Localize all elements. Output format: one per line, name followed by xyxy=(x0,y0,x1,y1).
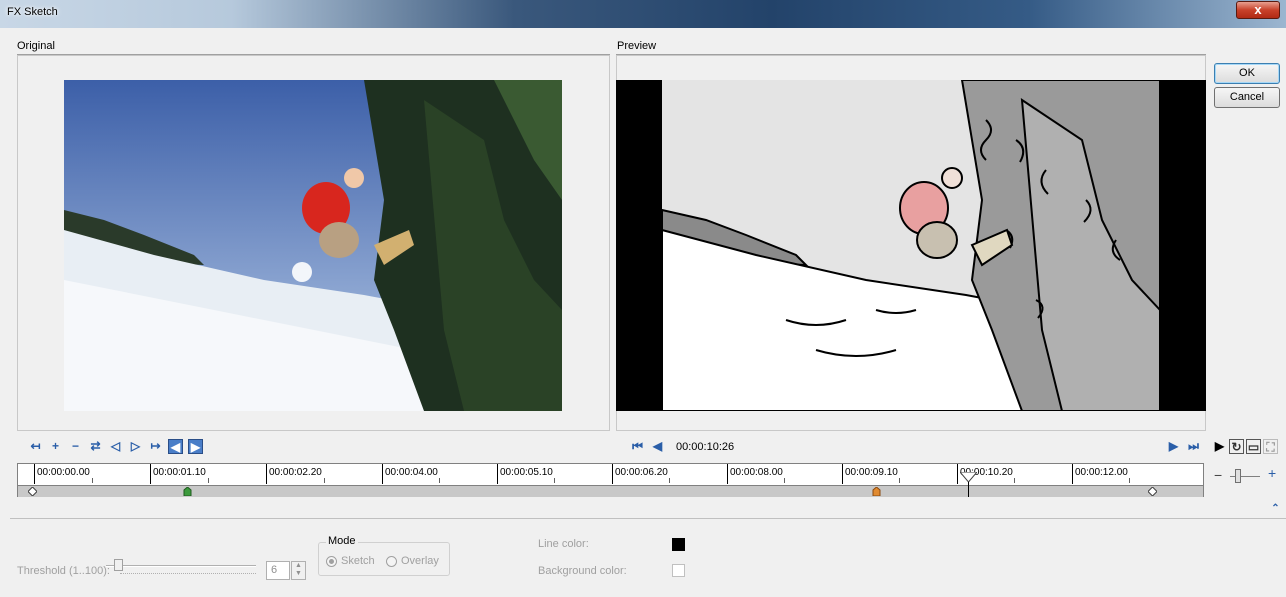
threshold-slider-ticks xyxy=(120,573,256,576)
keyframe-track[interactable] xyxy=(18,485,1203,497)
keyframe-marker[interactable] xyxy=(183,487,192,496)
threshold-spinner[interactable]: ▲ ▼ xyxy=(291,561,306,580)
tick-label: 00:00:04.00 xyxy=(385,467,438,478)
line-color-label: Line color: xyxy=(538,538,589,550)
cancel-button[interactable]: Cancel xyxy=(1214,87,1280,108)
threshold-slider-thumb[interactable] xyxy=(114,559,123,571)
title-bar: FX Sketch x xyxy=(0,0,1286,28)
loop-icon[interactable]: ↻ xyxy=(1229,439,1244,454)
reverse-keyframe-icon[interactable]: ⇄ xyxy=(88,439,103,454)
tick-label: 00:00:05.10 xyxy=(500,467,553,478)
fullscreen-icon[interactable]: ⛶ xyxy=(1263,439,1278,454)
timeline-ruler[interactable]: 00:00:00.00 00:00:01.10 00:00:02.20 00:0… xyxy=(17,463,1204,497)
first-keyframe-icon[interactable]: ◀ xyxy=(168,439,183,454)
go-to-end-icon[interactable]: ⏭ xyxy=(1186,439,1201,454)
tick-label: 00:00:08.00 xyxy=(730,467,783,478)
step-forward-icon[interactable]: ▷ xyxy=(128,439,143,454)
mode-sketch-radio[interactable] xyxy=(326,556,337,567)
mode-overlay-label[interactable]: Overlay xyxy=(401,555,439,567)
mode-sketch-label[interactable]: Sketch xyxy=(341,555,375,567)
preview-device-icon[interactable]: ▭ xyxy=(1246,439,1261,454)
settings-divider xyxy=(10,518,1286,519)
tick-label: 00:00:01.10 xyxy=(153,467,206,478)
original-image xyxy=(64,80,562,411)
threshold-value-field[interactable]: 6 xyxy=(266,561,290,580)
tick-label: 00:00:12.00 xyxy=(1075,467,1128,478)
mode-label: Mode xyxy=(326,535,358,547)
go-to-start-icon[interactable]: ⏮ xyxy=(630,439,645,454)
window-title: FX Sketch xyxy=(7,6,58,18)
keyframe-marker[interactable] xyxy=(28,487,37,496)
next-keyframe-icon[interactable]: ↦ xyxy=(148,439,163,454)
keyframe-marker[interactable] xyxy=(1148,487,1157,496)
fx-sketch-dialog: FX Sketch x Original Preview OK Cancel ↤… xyxy=(0,0,1286,597)
timecode-display: 00:00:10:26 xyxy=(676,441,735,453)
zoom-slider-thumb[interactable] xyxy=(1235,469,1241,483)
step-back-frame-icon[interactable]: ◀ xyxy=(650,439,665,454)
add-keyframe-icon[interactable]: + xyxy=(48,439,63,454)
remove-keyframe-icon[interactable]: − xyxy=(68,439,83,454)
original-label: Original xyxy=(17,40,55,52)
background-color-swatch[interactable] xyxy=(672,564,685,577)
tick-label: 00:00:06.20 xyxy=(615,467,668,478)
step-back-icon[interactable]: ◁ xyxy=(108,439,123,454)
ok-button[interactable]: OK xyxy=(1214,63,1280,84)
threshold-slider-track[interactable] xyxy=(106,565,256,567)
keyframe-marker[interactable] xyxy=(872,487,881,496)
tick-label: 00:00:00.00 xyxy=(37,467,90,478)
mode-overlay-radio[interactable] xyxy=(386,556,397,567)
zoom-in-button[interactable]: + xyxy=(1268,465,1276,481)
zoom-out-button[interactable]: − xyxy=(1214,467,1222,483)
collapse-up-icon[interactable]: ⌃ xyxy=(1268,501,1283,516)
play-icon[interactable]: ▶ xyxy=(1212,439,1227,454)
playhead-handle[interactable] xyxy=(960,472,977,482)
tick-label: 00:00:09.10 xyxy=(845,467,898,478)
preview-image xyxy=(616,80,1206,411)
step-forward-frame-icon[interactable]: ▶ xyxy=(1166,439,1181,454)
tick-label: 00:00:02.20 xyxy=(269,467,322,478)
last-keyframe-icon[interactable]: ▶ xyxy=(188,439,203,454)
close-button[interactable]: x xyxy=(1236,1,1280,19)
preview-label: Preview xyxy=(617,40,657,52)
threshold-label: Threshold (1..100): xyxy=(17,565,110,577)
background-color-label: Background color: xyxy=(538,565,627,577)
line-color-swatch[interactable] xyxy=(672,538,685,551)
prev-keyframe-icon[interactable]: ↤ xyxy=(28,439,43,454)
